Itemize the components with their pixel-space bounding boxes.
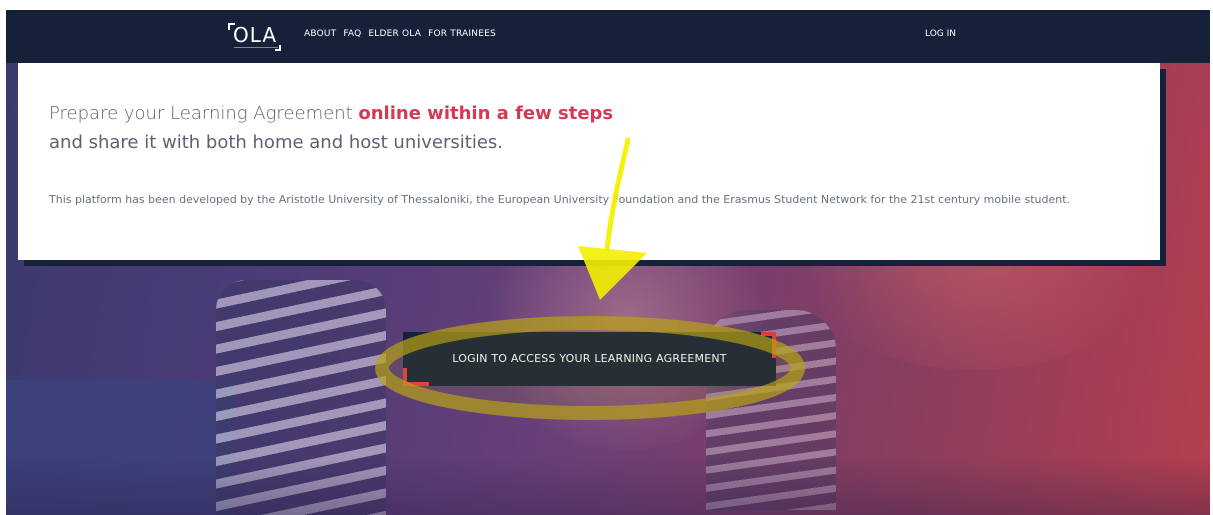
login-to-access-button[interactable]: LOGIN TO ACCESS YOUR LEARNING AGREEMENT bbox=[403, 332, 776, 386]
intro-headline-prefix: Prepare your Learning Agreement bbox=[49, 103, 359, 124]
nav-faq[interactable]: FAQ bbox=[343, 29, 361, 39]
nav-elder-ola[interactable]: ELDER OLA bbox=[368, 29, 421, 39]
ola-logo[interactable]: OLA bbox=[228, 19, 283, 51]
top-navbar: OLA ABOUT FAQ ELDER OLA FOR TRAINEES LOG… bbox=[6, 10, 1210, 63]
intro-description: This platform has been developed by the … bbox=[49, 193, 1071, 206]
nav-about[interactable]: ABOUT bbox=[304, 29, 336, 39]
nav-for-trainees[interactable]: FOR TRAINEES bbox=[428, 29, 496, 39]
intro-card: Prepare your Learning Agreement online w… bbox=[18, 63, 1160, 260]
intro-headline-highlight: online within a few steps bbox=[358, 103, 614, 124]
logo-corner-bottom-right bbox=[275, 45, 281, 51]
hero-shadow bbox=[6, 455, 1210, 515]
logo-text: OLA bbox=[233, 23, 278, 47]
main-nav: ABOUT FAQ ELDER OLA FOR TRAINEES bbox=[304, 29, 496, 39]
intro-headline: Prepare your Learning Agreement online w… bbox=[49, 103, 613, 124]
page-frame: OLA ABOUT FAQ ELDER OLA FOR TRAINEES LOG… bbox=[6, 10, 1210, 515]
nav-log-in[interactable]: LOG IN bbox=[925, 29, 956, 39]
logo-tagline bbox=[234, 47, 278, 48]
intro-subheadline: and share it with both home and host uni… bbox=[49, 132, 503, 153]
cta-corner-bottom-left bbox=[403, 368, 429, 386]
cta-label: LOGIN TO ACCESS YOUR LEARNING AGREEMENT bbox=[452, 352, 727, 365]
